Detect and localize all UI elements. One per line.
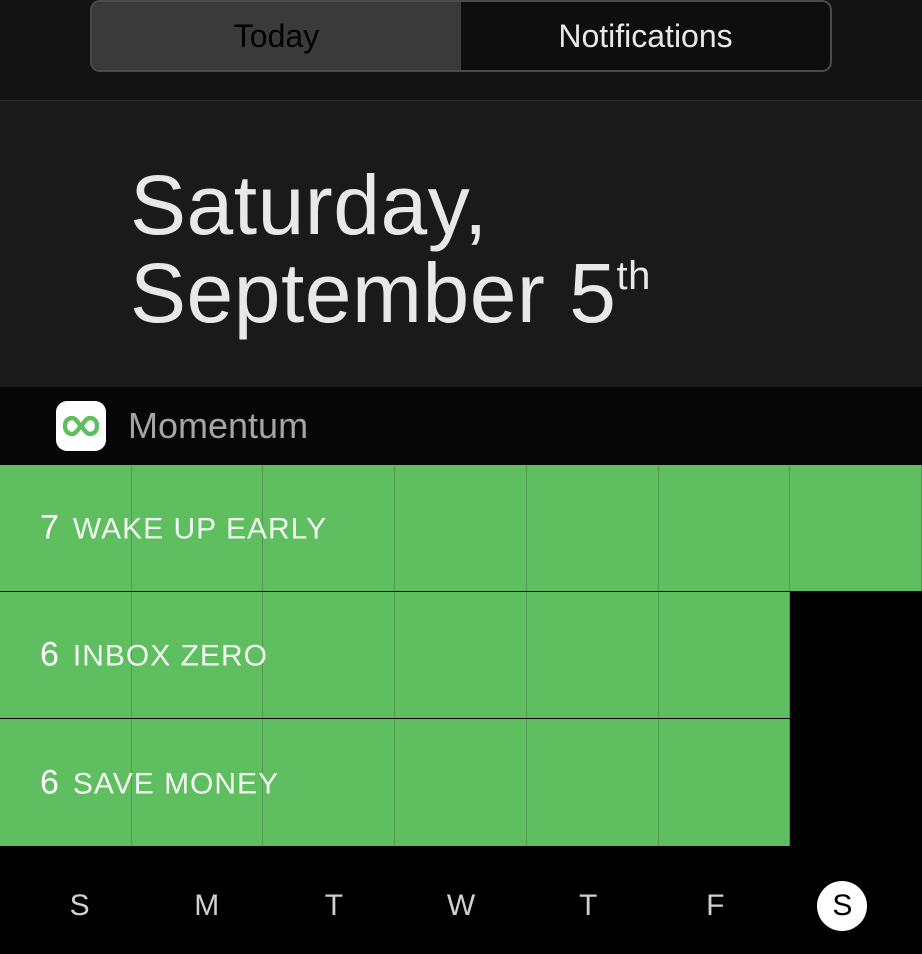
today-view-screen: Today Notifications Saturday, September … (0, 0, 922, 954)
habit-grid: 7WAKE UP EARLY6INBOX ZERO6SAVE MONEY (0, 465, 922, 846)
habit-cell[interactable] (0, 719, 132, 846)
date-ordinal: th (616, 254, 650, 298)
habit-cell[interactable] (263, 592, 395, 718)
segmented-control-wrap: Today Notifications (0, 0, 922, 72)
habit-cell[interactable] (659, 465, 791, 591)
app-icon (56, 401, 106, 451)
widget-header[interactable]: Momentum (0, 387, 922, 465)
habit-cell[interactable] (395, 592, 527, 718)
habit-cell[interactable] (263, 465, 395, 591)
day-label[interactable]: S (16, 889, 143, 923)
current-day-indicator: S (817, 881, 867, 931)
habit-cell[interactable] (659, 719, 791, 846)
habit-cell[interactable] (0, 465, 132, 591)
day-label[interactable]: F (652, 889, 779, 923)
habit-cell[interactable] (790, 592, 922, 718)
habit-cell[interactable] (132, 465, 264, 591)
date-header: Saturday, September 5th (0, 100, 922, 387)
day-label[interactable]: T (270, 889, 397, 923)
day-label[interactable]: W (397, 889, 524, 923)
habit-cell[interactable] (790, 465, 922, 591)
tab-notifications[interactable]: Notifications (461, 2, 830, 70)
date-month-day: September 5 (130, 246, 616, 340)
habit-cell[interactable] (395, 465, 527, 591)
habit-row[interactable]: 6SAVE MONEY (0, 719, 922, 846)
day-label[interactable]: T (525, 889, 652, 923)
habit-cell[interactable] (527, 465, 659, 591)
widget-title: Momentum (128, 405, 308, 447)
habit-cell[interactable] (263, 719, 395, 846)
habit-row[interactable]: 7WAKE UP EARLY (0, 465, 922, 592)
day-label[interactable]: S (779, 881, 906, 931)
momentum-widget: Momentum 7WAKE UP EARLY6INBOX ZERO6SAVE … (0, 387, 922, 954)
habit-cell[interactable] (395, 719, 527, 846)
habit-cell[interactable] (790, 719, 922, 846)
habit-cell[interactable] (132, 592, 264, 718)
day-label[interactable]: M (143, 889, 270, 923)
habit-cell[interactable] (132, 719, 264, 846)
habit-row[interactable]: 6INBOX ZERO (0, 592, 922, 719)
habit-cell[interactable] (527, 592, 659, 718)
tab-today[interactable]: Today (92, 2, 461, 70)
day-bar: SMTWTFS (0, 846, 922, 954)
habit-cell[interactable] (527, 719, 659, 846)
date-line-1: Saturday, (130, 161, 922, 249)
habit-cell[interactable] (0, 592, 132, 718)
habit-cell[interactable] (659, 592, 791, 718)
infinity-icon (63, 416, 99, 436)
segmented-control: Today Notifications (90, 0, 832, 72)
date-line-2: September 5th (130, 249, 922, 337)
